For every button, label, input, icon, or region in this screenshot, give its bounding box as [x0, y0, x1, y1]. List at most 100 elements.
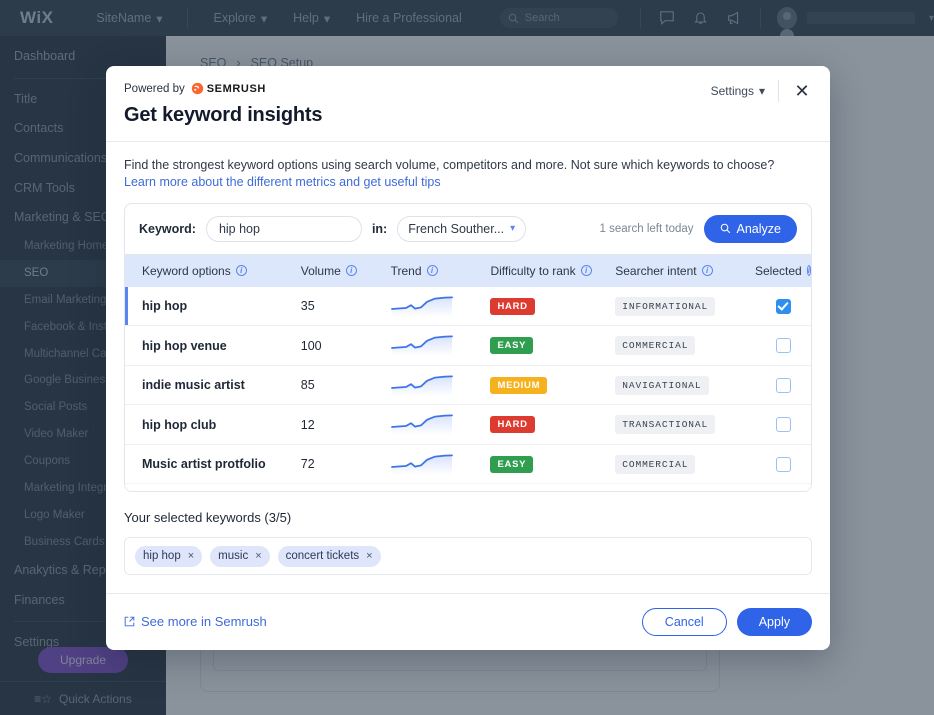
intent-badge: INFORMATIONAL — [615, 297, 715, 316]
settings-label: Settings — [711, 84, 754, 98]
info-icon[interactable]: i — [236, 265, 247, 276]
column-label: Selected — [755, 264, 802, 278]
info-icon[interactable]: i — [346, 265, 357, 276]
column-header-searcher-intent: Searcher intent i — [615, 264, 755, 278]
info-icon[interactable]: i — [581, 265, 592, 276]
selected-keywords-chip-box[interactable]: hip hop × music × concert tickets × — [124, 537, 812, 575]
row-select-checkbox[interactable] — [776, 457, 791, 472]
table-row[interactable]: hip hop club12HARDTRANSACTIONAL — [125, 405, 811, 445]
cell-selected — [755, 417, 811, 432]
semrush-mark-icon — [191, 82, 204, 95]
cell-volume: 35 — [301, 299, 391, 313]
keyword-input[interactable] — [206, 216, 362, 242]
cell-difficulty: HARD — [490, 298, 615, 315]
keyword-chip-label: music — [218, 550, 248, 562]
cell-keyword: hip hop venue — [125, 339, 301, 353]
cell-trend — [391, 410, 491, 439]
row-select-checkbox[interactable] — [776, 338, 791, 353]
keyword-chip: music × — [210, 546, 269, 567]
modal-footer: See more in Semrush Cancel Apply — [106, 594, 830, 650]
cell-volume: 72 — [301, 457, 391, 471]
remove-chip-icon[interactable]: × — [366, 550, 372, 562]
trend-sparkline-icon — [391, 346, 453, 360]
table-header-row: Keyword options i Volume i Trend i Diffi… — [125, 255, 811, 287]
intent-badge: COMMERCIAL — [615, 336, 695, 355]
cell-selected — [755, 378, 811, 393]
row-select-checkbox[interactable] — [776, 299, 791, 314]
difficulty-badge: MEDIUM — [490, 377, 547, 394]
table-row[interactable]: indie music artist85MEDIUMNAVIGATIONAL — [125, 366, 811, 406]
column-header-trend: Trend i — [391, 264, 491, 278]
settings-dropdown[interactable]: Settings ▾ — [711, 84, 765, 98]
cell-volume: 85 — [301, 378, 391, 392]
difficulty-badge: EASY — [490, 456, 533, 473]
intent-badge: TRANSACTIONAL — [615, 415, 715, 434]
column-header-selected: Selected i — [755, 264, 811, 278]
region-select-value: French Souther... — [408, 222, 504, 236]
row-select-checkbox[interactable] — [776, 417, 791, 432]
cell-difficulty: EASY — [490, 337, 615, 354]
selected-keywords-title: Your selected keywords (3/5) — [124, 510, 812, 525]
trend-sparkline-icon — [391, 307, 453, 321]
remove-chip-icon[interactable]: × — [188, 550, 194, 562]
cell-volume: 12 — [301, 418, 391, 432]
search-icon — [720, 223, 731, 234]
remove-chip-icon[interactable]: × — [255, 550, 261, 562]
difficulty-badge: HARD — [490, 298, 534, 315]
info-icon[interactable]: i — [807, 265, 811, 276]
cell-intent: NAVIGATIONAL — [615, 376, 755, 395]
cell-selected — [755, 338, 811, 353]
column-label: Volume — [301, 264, 341, 278]
cell-intent: TRANSACTIONAL — [615, 415, 755, 434]
keyword-chip-label: hip hop — [143, 550, 181, 562]
analyze-label: Analyze — [737, 222, 781, 236]
see-more-label: See more in Semrush — [141, 614, 267, 629]
table-row[interactable]: Music artist protfolio72 EASY COMMERCIAL — [125, 445, 811, 485]
chevron-down-icon: ▾ — [759, 84, 765, 98]
cell-selected — [755, 299, 811, 314]
cell-keyword: Music artist protfolio — [125, 457, 301, 471]
trend-sparkline-icon — [391, 465, 453, 479]
column-label: Trend — [391, 264, 422, 278]
header-divider — [778, 80, 779, 102]
cell-keyword: hip hop club — [125, 418, 301, 432]
cell-trend — [391, 292, 491, 321]
analyze-button[interactable]: Analyze — [704, 215, 797, 243]
in-label: in: — [372, 222, 387, 236]
info-icon[interactable]: i — [702, 265, 713, 276]
cell-intent: COMMERCIAL — [615, 336, 755, 355]
column-label: Searcher intent — [615, 264, 696, 278]
selected-keywords-section: Your selected keywords (3/5) hip hop×mus… — [106, 492, 830, 575]
cell-volume: 100 — [301, 339, 391, 353]
table-row[interactable]: indie music artist85MEDIUMINFORMATIONAL — [125, 484, 811, 492]
cell-trend — [391, 331, 491, 360]
keyword-search-panel: Keyword: in: French Souther... ▾ 1 searc… — [124, 203, 812, 254]
region-select[interactable]: French Souther... ▾ — [397, 216, 526, 242]
column-header-difficulty: Difficulty to rank i — [490, 264, 615, 278]
column-label: Difficulty to rank — [490, 264, 575, 278]
see-more-in-semrush-link[interactable]: See more in Semrush — [124, 614, 267, 629]
cancel-button[interactable]: Cancel — [642, 608, 727, 636]
cell-keyword: hip hop — [125, 299, 301, 313]
powered-by-row: Powered by SEMRUSH — [124, 82, 806, 95]
modal-header: Powered by SEMRUSH Get keyword insights … — [106, 66, 830, 127]
apply-button[interactable]: Apply — [737, 608, 812, 636]
semrush-logo: SEMRUSH — [191, 82, 266, 95]
keyword-chip: concert tickets × — [278, 546, 381, 567]
row-select-checkbox[interactable] — [776, 378, 791, 393]
keyword-insights-modal: Powered by SEMRUSH Get keyword insights … — [106, 66, 830, 650]
column-header-volume: Volume i — [301, 264, 391, 278]
info-icon[interactable]: i — [427, 265, 438, 276]
close-icon[interactable]: ✕ — [792, 81, 812, 101]
intent-badge: COMMERCIAL — [615, 455, 695, 474]
table-row[interactable]: hip hop35 HARD INFORMATIONAL — [125, 287, 811, 327]
learn-more-link[interactable]: Learn more about the different metrics a… — [124, 175, 812, 189]
column-label: Keyword options — [142, 264, 231, 278]
intro-description: Find the strongest keyword options using… — [124, 158, 812, 172]
cell-intent: COMMERCIAL — [615, 455, 755, 474]
cell-trend — [391, 489, 491, 492]
table-row[interactable]: hip hop venue100 EASYCOMMERCIAL — [125, 326, 811, 366]
semrush-wordmark: SEMRUSH — [207, 83, 266, 95]
keyword-chip-label: concert tickets — [286, 550, 360, 562]
chevron-down-icon: ▾ — [510, 223, 515, 234]
